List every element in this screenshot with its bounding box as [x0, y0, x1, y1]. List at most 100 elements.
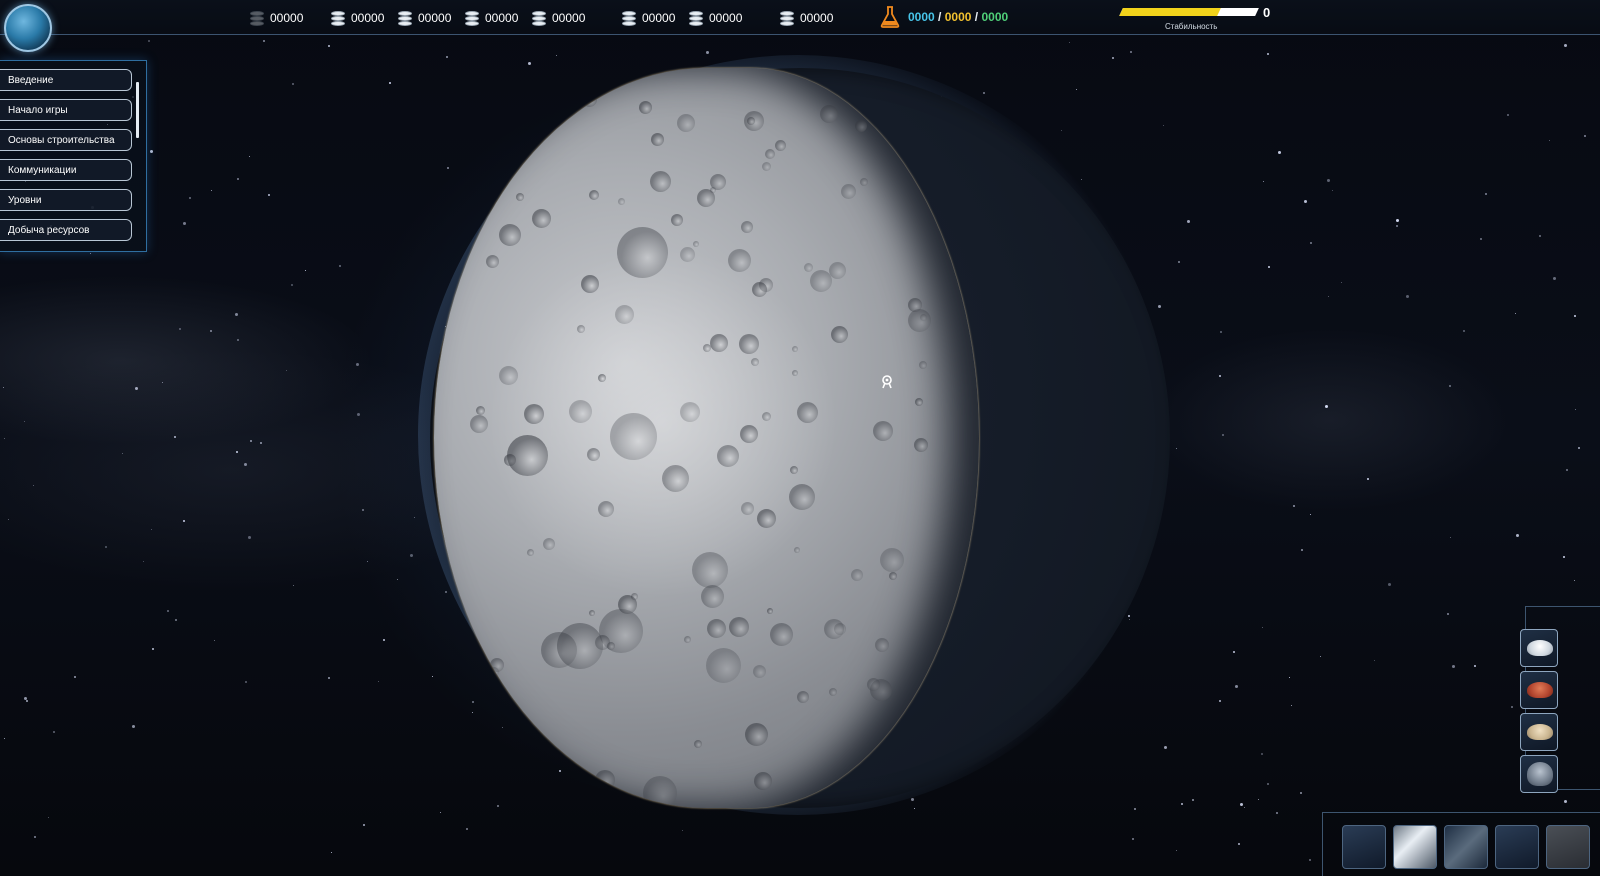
star: [1076, 89, 1077, 90]
star: [339, 265, 341, 267]
star: [1325, 405, 1328, 408]
star: [34, 836, 36, 838]
star: [1263, 181, 1264, 182]
star: [1240, 803, 1243, 806]
crater: [930, 733, 946, 749]
star: [1564, 800, 1567, 803]
crater: [707, 619, 726, 638]
star: [914, 808, 915, 809]
crater: [775, 140, 786, 151]
star: [1278, 151, 1281, 154]
star: [135, 387, 138, 390]
star: [472, 701, 474, 703]
star: [244, 463, 247, 466]
crater: [577, 325, 585, 333]
star: [189, 197, 191, 199]
planet-lit-side[interactable]: [434, 68, 979, 808]
star: [1516, 534, 1519, 537]
resource-value: 00000: [418, 11, 452, 25]
resource-counter: 00000: [532, 10, 585, 26]
star: [249, 156, 250, 157]
star: [250, 440, 252, 442]
crater: [745, 723, 768, 746]
crater: [499, 366, 518, 385]
star: [1276, 812, 1278, 814]
star: [248, 536, 251, 539]
menu-item-levels[interactable]: Уровни: [0, 189, 132, 211]
crater: [499, 224, 521, 246]
crater: [598, 374, 606, 382]
star: [1176, 850, 1177, 851]
settings-button[interactable]: [1546, 825, 1590, 869]
sand-resource-slot[interactable]: [1520, 713, 1558, 751]
menu-item-communications[interactable]: Коммуникации: [0, 159, 132, 181]
scan-button[interactable]: [1393, 825, 1437, 869]
stability-fill: [1119, 8, 1221, 16]
crater: [797, 402, 818, 423]
build-button[interactable]: [1342, 825, 1386, 869]
star: [1396, 225, 1398, 227]
star: [414, 517, 415, 518]
crater: [516, 193, 524, 201]
star: [4, 738, 5, 739]
star: [556, 55, 557, 56]
globe-menu-button[interactable]: [4, 4, 52, 52]
star: [363, 824, 365, 826]
crater: [792, 370, 798, 376]
crater: [693, 241, 699, 247]
crater: [747, 117, 755, 125]
star: [440, 812, 441, 813]
crater: [831, 326, 848, 343]
star: [1258, 799, 1259, 800]
menu-item-resource-mining[interactable]: Добыча ресурсов: [0, 219, 132, 241]
star: [183, 520, 185, 522]
crater: [767, 608, 773, 614]
science-value-c: 0000: [981, 10, 1009, 24]
crater: [465, 192, 488, 215]
crater: [684, 636, 691, 643]
menu-item-game-start[interactable]: Начало игры: [0, 99, 132, 121]
star: [293, 585, 294, 586]
resource-value: 00000: [485, 11, 519, 25]
location-marker-icon[interactable]: [880, 375, 894, 389]
star: [1134, 808, 1136, 810]
star: [1511, 706, 1513, 708]
crater: [587, 448, 600, 461]
crater: [651, 133, 664, 146]
crater: [677, 114, 695, 132]
crater: [739, 334, 759, 354]
stack-icon: [689, 10, 703, 26]
star: [1463, 330, 1465, 332]
menu-item-label: Основы строительства: [8, 134, 115, 146]
tutorial-menu-scrollbar[interactable]: [136, 82, 139, 138]
stack-icon: [622, 10, 636, 26]
crater: [710, 174, 726, 190]
resource-value: 00000: [642, 11, 676, 25]
crater: [762, 162, 771, 171]
science-separator: /: [938, 10, 942, 24]
star: [1301, 549, 1303, 551]
crater: [792, 346, 798, 352]
menu-item-building-basics[interactable]: Основы строительства: [0, 129, 132, 151]
star: [446, 56, 448, 58]
star: [1388, 583, 1391, 586]
star: [1158, 305, 1161, 308]
map-button[interactable]: [1495, 825, 1539, 869]
snow-resource-slot[interactable]: [1520, 629, 1558, 667]
star: [214, 640, 215, 641]
crater: [915, 398, 923, 406]
rock-ore-slot[interactable]: [1520, 755, 1558, 793]
crater: [694, 740, 702, 748]
crater: [662, 465, 689, 492]
star: [1367, 478, 1369, 480]
menu-item-introduction[interactable]: Введение: [0, 69, 132, 91]
red-ore-slot[interactable]: [1520, 671, 1558, 709]
crater: [643, 776, 677, 808]
star: [1452, 665, 1455, 668]
star: [1268, 266, 1270, 268]
menu-item-label: Введение: [8, 74, 54, 86]
star: [260, 442, 262, 444]
terrain-button[interactable]: [1444, 825, 1488, 869]
crater: [753, 665, 766, 678]
star: [1566, 469, 1568, 471]
